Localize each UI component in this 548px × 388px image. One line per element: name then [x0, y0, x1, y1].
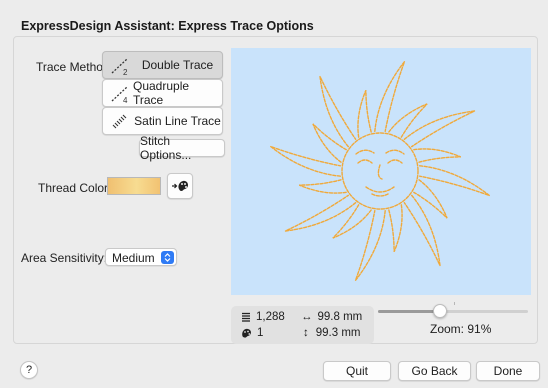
area-sensitivity-value: Medium: [112, 251, 155, 265]
area-sensitivity-select[interactable]: Medium: [105, 248, 177, 266]
go-back-button[interactable]: Go Back: [398, 361, 471, 381]
area-sensitivity-label: Area Sensitivity:: [21, 251, 108, 265]
width-arrows-icon: ↔: [301, 311, 313, 323]
design-stats-panel: 1,288 1 ↔ 99.8 mm ↕ 99.3 mm: [231, 306, 374, 344]
sun-chin: [371, 193, 389, 197]
quadruple-trace-icon: 4: [111, 86, 128, 105]
color-count-stat: 1: [241, 327, 263, 339]
double-trace-label: Double Trace: [141, 58, 214, 72]
sun-ray: [319, 76, 357, 148]
zoom-slider-tick: [454, 302, 455, 305]
stitch-count-icon: [242, 312, 250, 322]
sun-ray: [388, 103, 428, 138]
chevron-updown-icon: [161, 251, 174, 264]
sun-ray: [403, 194, 441, 266]
quadruple-trace-label: Quadruple Trace: [133, 79, 190, 107]
express-trace-options-dialog: ExpressDesign Assistant: Express Trace O…: [0, 0, 548, 388]
height-stat: ↕ 99.3 mm: [301, 327, 361, 339]
palette-icon: [242, 328, 251, 338]
satin-line-trace-button[interactable]: Satin Line Trace: [102, 107, 223, 135]
done-button[interactable]: Done: [476, 361, 540, 381]
sun-ray: [332, 204, 372, 239]
sun-ray: [388, 204, 403, 253]
stitch-options-button[interactable]: Stitch Options...: [139, 134, 225, 162]
height-value: 99.3 mm: [315, 327, 361, 339]
satin-line-trace-label: Satin Line Trace: [134, 114, 221, 128]
sun-ray: [403, 110, 475, 148]
height-arrows-icon: ↕: [303, 327, 309, 339]
sun-ray: [312, 123, 347, 163]
thread-color-picker-icon: [172, 180, 188, 191]
satin-line-trace-icon: [112, 114, 127, 129]
svg-text:2: 2: [123, 68, 128, 77]
sun-ray: [413, 148, 462, 163]
sun-face-outline: [341, 132, 419, 210]
dialog-title: ExpressDesign Assistant: Express Trace O…: [21, 19, 314, 33]
thread-color-label: Thread Color:: [38, 181, 112, 195]
trace-preview-canvas: [231, 48, 531, 295]
sun-nose: [377, 164, 383, 180]
sun-mouth: [365, 186, 395, 193]
quit-button[interactable]: Quit: [323, 361, 391, 381]
quadruple-trace-button[interactable]: 4 Quadruple Trace: [102, 79, 223, 107]
svg-text:4: 4: [123, 96, 128, 105]
sun-design-preview: [270, 61, 490, 281]
thread-color-button[interactable]: [167, 173, 193, 199]
sun-left-eye: [357, 159, 373, 164]
zoom-label: Zoom: 91%: [430, 322, 492, 336]
sun-left-brow: [355, 149, 375, 155]
sun-right-eye: [387, 159, 403, 164]
zoom-slider[interactable]: [378, 304, 528, 318]
sun-ray: [285, 194, 357, 232]
width-stat: ↔ 99.8 mm: [301, 311, 362, 323]
width-value: 99.8 mm: [317, 311, 363, 323]
double-trace-button[interactable]: 2 Double Trace: [102, 51, 223, 79]
sun-ray: [298, 179, 347, 194]
help-button[interactable]: ?: [20, 361, 38, 379]
stitch-count-stat: 1,288: [241, 311, 285, 323]
color-count-value: 1: [257, 327, 264, 339]
zoom-slider-knob[interactable]: [432, 304, 447, 318]
sun-ray: [357, 89, 372, 138]
sun-right-brow: [385, 149, 405, 155]
sun-ray: [413, 179, 448, 219]
double-trace-icon: 2: [111, 58, 128, 77]
zoom-slider-fill: [378, 310, 440, 313]
thread-color-swatch[interactable]: [107, 177, 161, 195]
stitch-count-value: 1,288: [256, 311, 285, 323]
